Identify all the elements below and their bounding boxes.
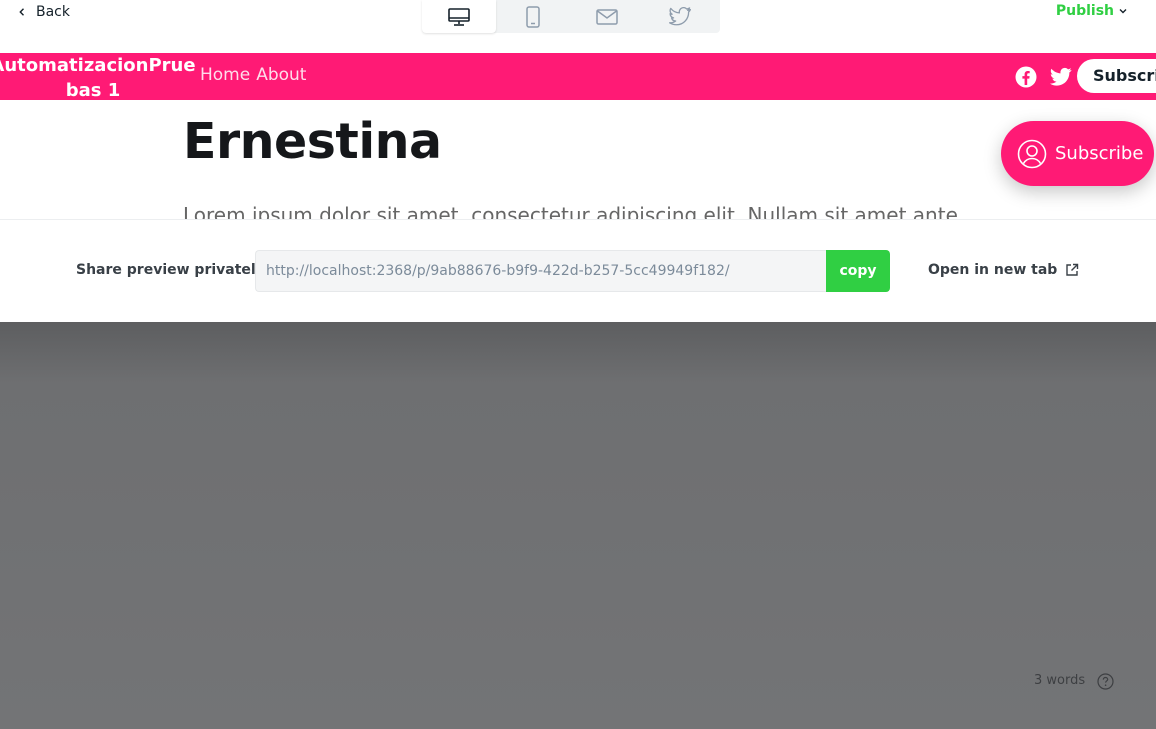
user-icon (1017, 139, 1047, 168)
nav-links: Home About (200, 65, 306, 85)
post-excerpt: Lorem ipsum dolor sit amet, consectetur … (183, 203, 958, 219)
nav-link-home[interactable]: Home (200, 65, 250, 85)
portal-subscribe-button[interactable]: Subscribe (1001, 121, 1154, 186)
share-preview-bar: Share preview privately copy Open in new… (0, 219, 1156, 322)
nav-link-about[interactable]: About (256, 65, 306, 85)
nav-subscribe-button[interactable]: Subscribe (1077, 59, 1156, 93)
editor-overlay (0, 322, 1156, 729)
twitter-icon[interactable] (1050, 66, 1072, 88)
share-label: Share preview privately (76, 262, 265, 278)
portal-subscribe-label: Subscribe (1055, 143, 1144, 164)
chevron-down-icon (1119, 9, 1127, 14)
mobile-preview-tab[interactable] (496, 0, 570, 33)
facebook-icon[interactable] (1015, 66, 1037, 88)
copy-button[interactable]: copy (826, 250, 890, 292)
email-preview-tab[interactable] (570, 0, 644, 33)
device-toggle (422, 0, 720, 33)
twitter-preview-tab[interactable] (644, 0, 718, 33)
help-icon[interactable] (1097, 673, 1114, 690)
post-title: Ernestina (183, 113, 442, 170)
open-tab-label: Open in new tab (928, 262, 1058, 278)
publish-button[interactable]: Publish (1056, 3, 1128, 19)
site-navigation: AutomatizacionPruebas 1 Home About Subsc… (0, 53, 1156, 103)
desktop-preview-tab[interactable] (422, 0, 496, 33)
site-title[interactable]: AutomatizacionPruebas 1 (0, 53, 200, 103)
external-link-icon (1066, 263, 1079, 276)
site-preview: AutomatizacionPruebas 1 Home About Subsc… (0, 53, 1156, 219)
publish-label: Publish (1055, 3, 1114, 19)
back-button[interactable]: Back (18, 3, 70, 21)
word-count: 3 words (1034, 673, 1086, 688)
preview-url-input[interactable] (255, 250, 827, 292)
chevron-left-icon (19, 8, 24, 16)
mobile-icon (526, 5, 540, 28)
twitter-icon (669, 6, 692, 25)
back-label: Back (36, 4, 70, 20)
open-in-new-tab-link[interactable]: Open in new tab (928, 262, 1079, 278)
email-icon (596, 8, 618, 25)
preview-toolbar: Back Publish (0, 0, 1156, 40)
desktop-icon (448, 7, 470, 26)
